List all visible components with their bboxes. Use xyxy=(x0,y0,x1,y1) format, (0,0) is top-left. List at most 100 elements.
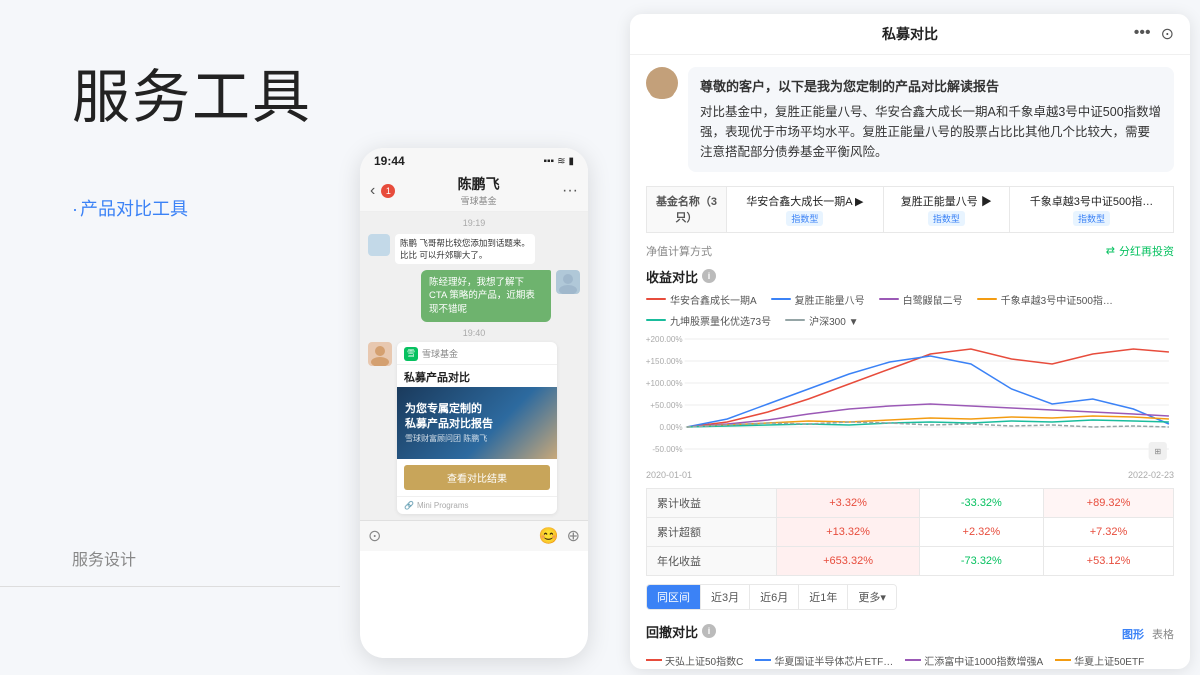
phone-time: 19:44 xyxy=(374,154,405,168)
miniprogram-label: Mini Programs xyxy=(417,501,469,510)
card-footer: 🔗 Mini Programs xyxy=(397,496,557,514)
legend-item-3: 千象卓越3号中证500指… xyxy=(977,292,1113,307)
more-options-icon[interactable]: ••• xyxy=(1134,24,1151,44)
returns-info-icon[interactable]: i xyxy=(702,269,716,283)
miniprogram-icon: 🔗 xyxy=(404,501,414,510)
stats-val-2-2: -73.32% xyxy=(919,546,1043,575)
stats-val-0-2: -33.32% xyxy=(919,488,1043,517)
nav-badge: 1 xyxy=(381,184,395,198)
ai-bubble: 尊敬的客户，以下是我为您定制的产品对比解读报告 对比基金中，复胜正能量八号、华安… xyxy=(688,67,1174,172)
svg-text:+50.00%: +50.00% xyxy=(650,401,682,410)
stats-val-2-3: +53.12% xyxy=(1044,546,1174,575)
nav-contact-info: 陈鹏飞 雪球基金 xyxy=(401,174,556,207)
legend-item-0: 华安合鑫成长一期A xyxy=(646,292,757,307)
drawdown-info-icon[interactable]: i xyxy=(702,624,716,638)
calc-method-label[interactable]: 净值计算方式 xyxy=(646,243,712,259)
reinvest-icon: ⇄ xyxy=(1106,244,1115,257)
tab-period-3[interactable]: 近1年 xyxy=(799,585,848,609)
svg-text:+150.00%: +150.00% xyxy=(646,357,683,366)
phone-mockup: 19:44 ▪▪▪ ≋ ▮ ‹ 1 陈鹏飞 雪球基金 ··· 19:19 陈鹏 … xyxy=(360,148,588,658)
stats-table: 累计收益 +3.32% -33.32% +89.32% 累计超额 +13.32%… xyxy=(646,488,1174,576)
tab-period-0[interactable]: 同区间 xyxy=(647,585,701,609)
returns-section-title: 收益对比 i xyxy=(646,267,1174,286)
main-title: 服务工具 xyxy=(72,50,312,134)
legend-item-5: 沪深300 ▼ xyxy=(785,313,858,328)
section-divider xyxy=(0,586,340,587)
reinvest-label: 分红再投资 xyxy=(1119,243,1174,259)
card-sender-avatar xyxy=(368,342,392,366)
fund-table-header: 基金名称（3只） xyxy=(647,186,727,232)
stats-val-0-3: +89.32% xyxy=(1044,488,1174,517)
toggle-chart[interactable]: 图形 xyxy=(1122,626,1144,642)
tab-period-2[interactable]: 近6月 xyxy=(750,585,799,609)
svg-text:0.00%: 0.00% xyxy=(660,423,683,432)
add-icon[interactable]: ⊕ xyxy=(567,526,580,546)
emoji-icon[interactable]: 😊 xyxy=(539,526,559,546)
ai-avatar xyxy=(646,67,678,99)
stats-row-0: 累计收益 +3.32% -33.32% +89.32% xyxy=(647,488,1174,517)
svg-text:⊞: ⊞ xyxy=(1154,447,1161,456)
contact-sub: 雪球基金 xyxy=(461,194,497,207)
period-tabs[interactable]: 同区间 近3月 近6月 近1年 更多▾ xyxy=(646,584,897,610)
fund-col-2[interactable]: 复胜正能量八号 ▶ 指数型 xyxy=(883,186,1009,232)
svg-text:+200.00%: +200.00% xyxy=(646,335,683,344)
ai-body: 对比基金中，复胜正能量八号、华安合鑫大成长一期A和千象卓越3号中证500指数增强… xyxy=(700,102,1162,162)
product-label[interactable]: 产品对比工具 xyxy=(72,195,188,221)
card-source: 雪球基金 xyxy=(422,347,458,360)
card-image-line2: 私募产品对比报告 xyxy=(405,417,493,432)
wifi-icon: ≋ xyxy=(557,156,565,167)
stats-label-2: 年化收益 xyxy=(647,546,777,575)
back-icon[interactable]: ‹ xyxy=(370,182,375,200)
service-design-label: 服务设计 xyxy=(72,546,136,570)
chat-time-1: 19:19 xyxy=(368,218,580,228)
card-image-sub: 雪球财富顾问团 陈鹏飞 xyxy=(405,433,493,444)
panel-title: 私募对比 xyxy=(882,24,938,44)
more-icon[interactable]: ··· xyxy=(562,182,578,200)
ai-response-section: 尊敬的客户，以下是我为您定制的产品对比解读报告 对比基金中，复胜正能量八号、华安… xyxy=(646,67,1174,172)
card-message: 雪 雪球基金 私募产品对比 为您专属定制的 私募产品对比报告 雪球财富顾问团 陈… xyxy=(368,342,580,514)
panel-topbar: 私募对比 ••• ⊙ xyxy=(630,14,1190,55)
topbar-right-icons: ••• ⊙ xyxy=(1134,24,1174,44)
comparison-panel: 私募对比 ••• ⊙ 尊敬的客户，以下是我为您定制的产品对比解读报告 对比基金中… xyxy=(630,14,1190,669)
phone-nav-bar: ‹ 1 陈鹏飞 雪球基金 ··· xyxy=(360,170,588,212)
stats-val-2-1: +653.32% xyxy=(777,546,919,575)
phone-status-icons: ▪▪▪ ≋ ▮ xyxy=(543,156,574,167)
toggle-table[interactable]: 表格 xyxy=(1152,626,1174,642)
legend-item-2: 白鹭鼹鼠二号 xyxy=(879,292,963,307)
signal-icon: ▪▪▪ xyxy=(543,156,554,167)
card-image-line1: 为您专属定制的 xyxy=(405,402,493,417)
dd-legend-2: 汇添富中证1000指数增强A xyxy=(905,653,1043,668)
drawdown-title: 回撤对比 i xyxy=(646,622,716,641)
stats-val-1-1: +13.32% xyxy=(777,517,919,546)
chat-area: 19:19 陈鹏 飞哥帮比较您添加到话题来。比比 可以升郊聊大了。 陈经理好，我… xyxy=(360,212,588,520)
dd-legend-0: 天弘上证50指数C xyxy=(646,653,743,668)
ai-intro: 尊敬的客户，以下是我为您定制的产品对比解读报告 xyxy=(700,77,1162,98)
card-image: 为您专属定制的 私募产品对比报告 雪球财富顾问团 陈鹏飞 xyxy=(397,387,557,459)
contact-name: 陈鹏飞 xyxy=(458,174,500,194)
chart-x-labels: 2020-01-01 2022-02-23 xyxy=(646,470,1174,480)
preview-avatar xyxy=(368,234,390,256)
user-avatar xyxy=(556,270,580,294)
reinvest-toggle[interactable]: ⇄ 分红再投资 xyxy=(1106,243,1174,259)
left-section: 服务工具 产品对比工具 服务设计 xyxy=(72,0,362,675)
settings-icon[interactable]: ⊙ xyxy=(1161,24,1174,44)
dd-legend-1: 华夏国证半导体芯片ETF… xyxy=(755,653,893,668)
stats-row-1: 累计超额 +13.32% +2.32% +7.32% xyxy=(647,517,1174,546)
view-results-button[interactable]: 查看对比结果 xyxy=(404,465,550,490)
tab-period-1[interactable]: 近3月 xyxy=(701,585,750,609)
fund-col-3[interactable]: 千象卓越3号中证500指… 指数型 xyxy=(1009,186,1173,232)
legend-item-4: 九坤股票量化优选73号 xyxy=(646,313,771,328)
stats-val-1-3: +7.32% xyxy=(1044,517,1174,546)
stats-val-0-1: +3.32% xyxy=(777,488,919,517)
stats-label-1: 累计超额 xyxy=(647,517,777,546)
tab-period-4[interactable]: 更多▾ xyxy=(848,585,896,609)
mini-program-card[interactable]: 雪 雪球基金 私募产品对比 为您专属定制的 私募产品对比报告 雪球财富顾问团 陈… xyxy=(397,342,557,514)
svg-text:+100.00%: +100.00% xyxy=(646,379,683,388)
stats-label-0: 累计收益 xyxy=(647,488,777,517)
voice-icon[interactable]: ⊙ xyxy=(368,526,381,546)
svg-text:-50.00%: -50.00% xyxy=(652,445,682,454)
drawdown-toggle[interactable]: 图形 表格 xyxy=(1122,626,1174,642)
user-message-text: 陈经理好，我想了解下 CTA 策略的产品，近期表现不错呢 xyxy=(421,270,551,322)
chat-time-2: 19:40 xyxy=(368,328,580,338)
fund-col-1[interactable]: 华安合鑫大成长一期A ▶ 指数型 xyxy=(727,186,884,232)
